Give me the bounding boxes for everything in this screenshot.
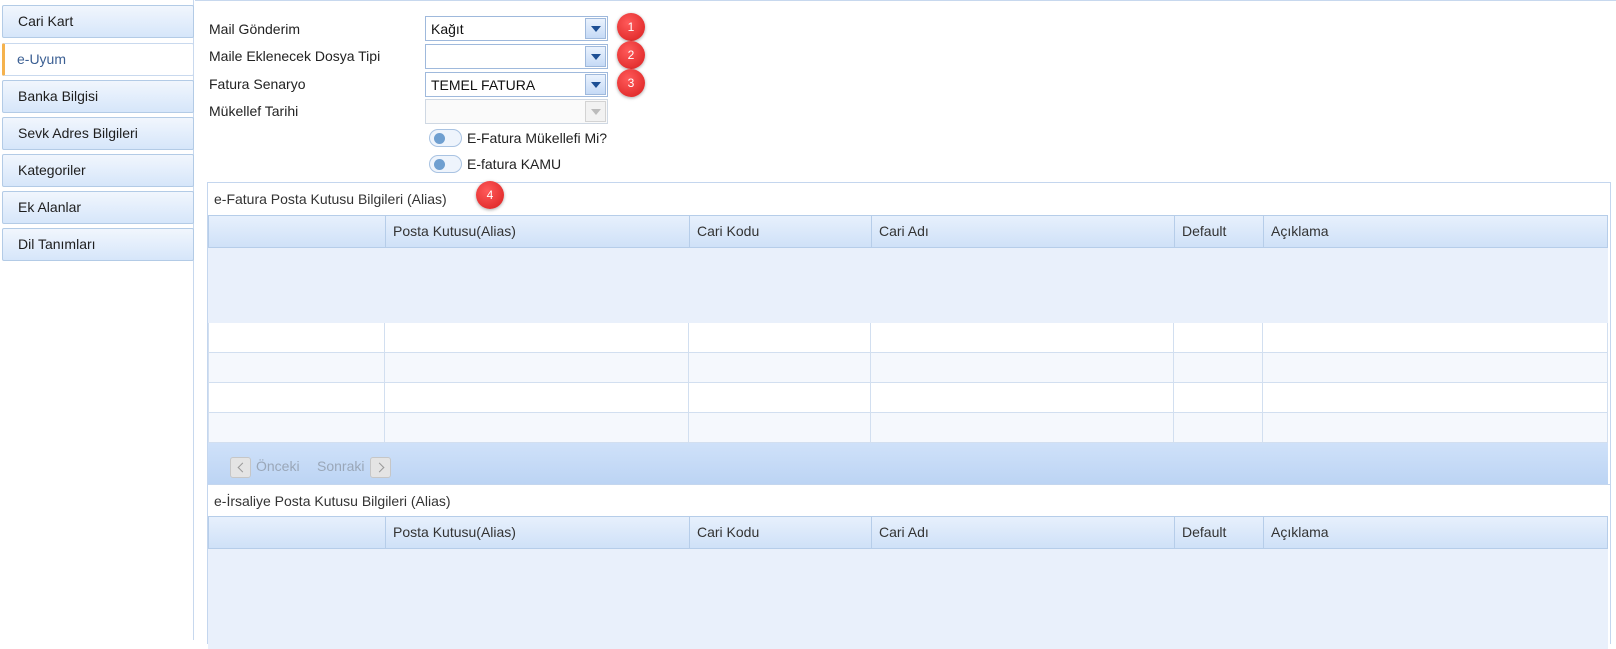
sidebar-item-e-uyum[interactable]: e-Uyum bbox=[2, 43, 194, 76]
fatura-senaryo-value: TEMEL FATURA bbox=[431, 77, 536, 93]
column-header-posta-kutusu[interactable]: Posta Kutusu(Alias) bbox=[385, 216, 689, 247]
sidebar-item-ek-alanlar[interactable]: Ek Alanlar bbox=[2, 191, 194, 224]
column-header-default[interactable]: Default bbox=[1174, 216, 1263, 247]
mail-gonderim-label: Mail Gönderim bbox=[209, 21, 301, 37]
chevron-down-icon bbox=[590, 81, 601, 88]
table-row[interactable] bbox=[208, 413, 1608, 443]
table-row[interactable] bbox=[208, 323, 1608, 353]
fatura-senaryo-select[interactable]: TEMEL FATURA bbox=[425, 72, 608, 97]
eirsaliye-panel-title: e-İrsaliye Posta Kutusu Bilgileri (Alias… bbox=[214, 493, 451, 509]
grid-header: Posta Kutusu(Alias) Cari Kodu Cari Adı D… bbox=[208, 516, 1608, 549]
column-header-cari-adi[interactable]: Cari Adı bbox=[871, 216, 1174, 247]
chevron-right-icon bbox=[374, 462, 384, 473]
chevron-down-icon bbox=[590, 25, 601, 32]
sidebar-item-dil-tanimlari[interactable]: Dil Tanımları bbox=[2, 228, 194, 261]
annotation-badge-4: 4 bbox=[476, 181, 504, 209]
mukellef-tarihi-dropdown-button[interactable] bbox=[585, 101, 606, 122]
fatura-senaryo-dropdown-button[interactable] bbox=[585, 74, 606, 95]
grid-empty-area bbox=[208, 248, 1608, 323]
annotation-badge-3: 3 bbox=[617, 69, 645, 97]
annotation-badge-1: 1 bbox=[617, 13, 645, 41]
mail-gonderim-value: Kağıt bbox=[431, 21, 464, 37]
efatura-mukellefi-toggle[interactable] bbox=[429, 129, 462, 147]
mukellef-tarihi-date-picker[interactable] bbox=[425, 99, 608, 124]
column-header-posta-kutusu[interactable]: Posta Kutusu(Alias) bbox=[385, 517, 689, 548]
toggle-knob bbox=[434, 159, 445, 170]
efatura-mukellefi-label: E-Fatura Mükellefi Mi? bbox=[467, 130, 608, 146]
column-header-aciklama[interactable]: Açıklama bbox=[1263, 517, 1609, 548]
sidebar-item-kategoriler[interactable]: Kategoriler bbox=[2, 154, 194, 187]
column-header-default[interactable]: Default bbox=[1174, 517, 1263, 548]
efatura-alias-panel: e-Fatura Posta Kutusu Bilgileri (Alias) … bbox=[207, 181, 1611, 493]
efatura-panel-title: e-Fatura Posta Kutusu Bilgileri (Alias) bbox=[214, 191, 447, 207]
sidebar-item-sevk-adres-bilgileri[interactable]: Sevk Adres Bilgileri bbox=[2, 117, 194, 150]
sidebar-item-cari-kart[interactable]: Cari Kart bbox=[2, 5, 194, 38]
dosya-tipi-dropdown-button[interactable] bbox=[585, 46, 606, 67]
column-header-cari-kodu[interactable]: Cari Kodu bbox=[689, 216, 871, 247]
dosya-tipi-select[interactable] bbox=[425, 44, 608, 69]
eirsaliye-alias-panel: e-İrsaliye Posta Kutusu Bilgileri (Alias… bbox=[207, 484, 1611, 649]
mail-gonderim-select[interactable]: Kağıt bbox=[425, 16, 608, 41]
efatura-kamu-label: E-fatura KAMU bbox=[467, 156, 562, 172]
previous-page-button[interactable] bbox=[230, 457, 251, 478]
next-page-label[interactable]: Sonraki bbox=[317, 458, 364, 474]
mail-gonderim-dropdown-button[interactable] bbox=[585, 18, 606, 39]
efatura-kamu-toggle[interactable] bbox=[429, 155, 462, 173]
chevron-down-icon bbox=[590, 53, 601, 60]
next-page-button[interactable] bbox=[370, 457, 391, 478]
table-row[interactable] bbox=[208, 383, 1608, 413]
main-content: Mail Gönderim Kağıt 1 Maile Eklenecek Do… bbox=[195, 0, 1616, 649]
toggle-knob bbox=[434, 133, 445, 144]
sidebar-item-banka-bilgisi[interactable]: Banka Bilgisi bbox=[2, 80, 194, 113]
column-header-cari-adi[interactable]: Cari Adı bbox=[871, 517, 1174, 548]
chevron-left-icon bbox=[237, 462, 247, 473]
fatura-senaryo-label: Fatura Senaryo bbox=[209, 76, 306, 92]
column-header-aciklama[interactable]: Açıklama bbox=[1263, 216, 1609, 247]
table-row[interactable] bbox=[208, 353, 1608, 383]
previous-page-label[interactable]: Önceki bbox=[256, 458, 300, 474]
annotation-badge-2: 2 bbox=[617, 41, 645, 69]
top-divider bbox=[195, 0, 1616, 1]
grid-empty-area bbox=[208, 549, 1608, 649]
sidebar: Cari Kart e-Uyum Banka Bilgisi Sevk Adre… bbox=[0, 0, 194, 640]
grid-header: Posta Kutusu(Alias) Cari Kodu Cari Adı D… bbox=[208, 215, 1608, 248]
mukellef-tarihi-label: Mükellef Tarihi bbox=[209, 103, 299, 119]
dosya-tipi-label: Maile Eklenecek Dosya Tipi bbox=[209, 48, 381, 64]
chevron-down-icon bbox=[590, 108, 601, 115]
column-header-select[interactable] bbox=[208, 216, 385, 247]
column-header-cari-kodu[interactable]: Cari Kodu bbox=[689, 517, 871, 548]
column-header-select[interactable] bbox=[208, 517, 385, 548]
